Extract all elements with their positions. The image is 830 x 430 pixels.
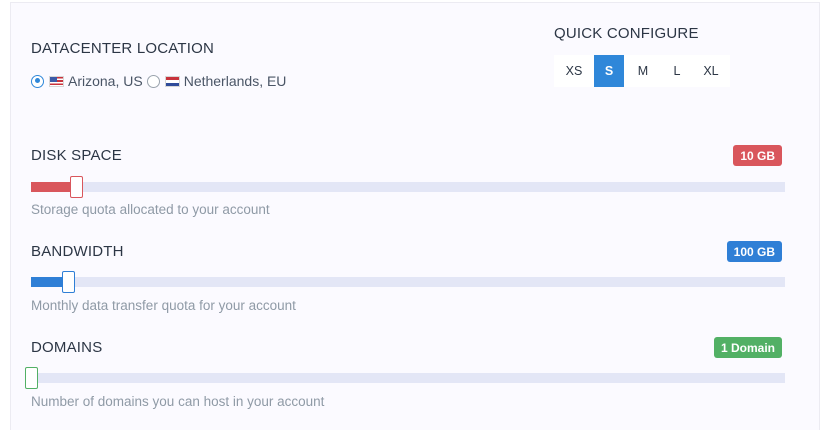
quick-configure-s-button[interactable]: S bbox=[594, 55, 624, 87]
domains-slider-track[interactable] bbox=[25, 367, 785, 389]
disk-space-badge: 10 GB bbox=[733, 145, 782, 166]
us-flag-icon bbox=[49, 75, 64, 87]
datacenter-label-netherlands[interactable]: Netherlands, EU bbox=[184, 73, 287, 89]
disk-space-hint: Storage quota allocated to your account bbox=[31, 202, 270, 217]
quick-configure-xl-button[interactable]: XL bbox=[692, 55, 730, 87]
datacenter-heading: DATACENTER LOCATION bbox=[31, 40, 214, 57]
datacenter-label-arizona[interactable]: Arizona, US bbox=[68, 73, 143, 89]
domains-badge: 1 Domain bbox=[713, 337, 782, 358]
configurator-panel: DATACENTER LOCATION Arizona, US Netherla… bbox=[10, 2, 820, 430]
disk-space-slider-track[interactable] bbox=[31, 176, 785, 198]
datacenter-radio-netherlands[interactable] bbox=[146, 74, 160, 88]
domains-slider-handle[interactable] bbox=[25, 367, 38, 389]
bandwidth-slider-handle[interactable] bbox=[62, 271, 76, 293]
quick-configure-xs-button[interactable]: XS bbox=[554, 55, 594, 87]
domains-hint: Number of domains you can host in your a… bbox=[31, 394, 325, 409]
bandwidth-heading: BANDWIDTH bbox=[31, 243, 124, 260]
datacenter-radio-arizona[interactable] bbox=[31, 74, 44, 88]
quick-configure-m-button[interactable]: M bbox=[624, 55, 662, 87]
quick-configure-group: XS S M L XL bbox=[554, 55, 730, 87]
datacenter-options: Arizona, US Netherlands, EU bbox=[31, 73, 290, 89]
quick-configure-l-button[interactable]: L bbox=[662, 55, 692, 87]
quick-configure-heading: QUICK CONFIGURE bbox=[554, 25, 699, 42]
bandwidth-badge: 100 GB bbox=[726, 241, 782, 262]
domains-heading: DOMAINS bbox=[31, 339, 103, 356]
nl-flag-icon bbox=[164, 75, 180, 87]
disk-space-heading: DISK SPACE bbox=[31, 147, 122, 164]
bandwidth-hint: Monthly data transfer quota for your acc… bbox=[31, 298, 296, 313]
bandwidth-slider-track[interactable] bbox=[31, 271, 785, 293]
disk-space-slider-handle[interactable] bbox=[69, 176, 83, 198]
